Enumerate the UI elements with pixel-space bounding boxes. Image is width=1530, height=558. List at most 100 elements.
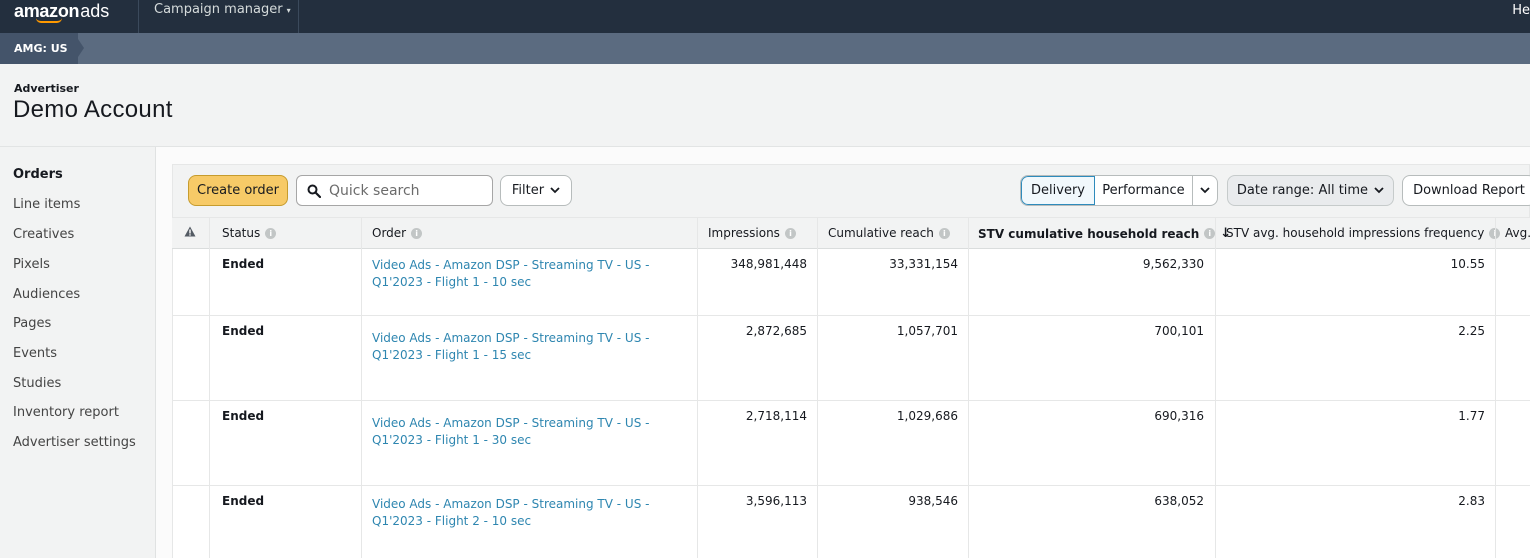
- stv-frequency-cell: 10.55: [1450, 257, 1485, 271]
- breadcrumb-account[interactable]: AMG: US: [0, 33, 78, 64]
- column-divider: [1215, 218, 1216, 558]
- column-divider: [209, 218, 210, 558]
- impressions-cell: 3,596,113: [745, 494, 807, 508]
- column-divider: [968, 218, 969, 558]
- info-icon[interactable]: i: [265, 227, 277, 239]
- stv-reach-cell: 638,052: [1154, 494, 1204, 508]
- column-divider: [817, 218, 818, 558]
- alert-column-header: [184, 226, 196, 237]
- sidebar-item-pages[interactable]: Pages: [13, 316, 51, 331]
- cumulative-reach-cell: 1,057,701: [896, 324, 958, 338]
- cumulative-reach-cell: 938,546: [908, 494, 958, 508]
- order-link[interactable]: Video Ads - Amazon DSP - Streaming TV - …: [372, 496, 662, 530]
- page-title: Demo Account: [13, 96, 173, 123]
- order-name-line: Q1'2023 - Flight 1 - 15 sec: [372, 348, 532, 362]
- column-header-status-label: Status: [222, 226, 261, 240]
- column-header-stv-reach-label: STV cumulative household reach: [978, 226, 1200, 241]
- column-divider: [697, 218, 698, 558]
- tab-delivery[interactable]: Delivery: [1021, 176, 1095, 205]
- column-header-cumulative-reach-label: Cumulative reach: [828, 226, 934, 240]
- campaign-manager-label: Campaign manager: [154, 2, 283, 17]
- column-header-stv-frequency[interactable]: STV avg. household impressions frequency…: [1226, 226, 1501, 240]
- order-name-line: Q1'2023 - Flight 1 - 10 sec: [372, 275, 532, 289]
- status-cell: Ended: [222, 409, 265, 423]
- sidebar: Orders Line items Creatives Pixels Audie…: [0, 147, 155, 558]
- stv-frequency-cell: 2.83: [1458, 494, 1485, 508]
- advertiser-label: Advertiser: [14, 82, 79, 95]
- impressions-cell: 2,718,114: [745, 409, 807, 423]
- warning-icon: [184, 226, 196, 237]
- date-range-label: Date range: All time: [1236, 183, 1369, 198]
- order-name-line: Q1'2023 - Flight 2 - 10 sec: [372, 514, 532, 528]
- chevron-down-icon: [550, 187, 560, 194]
- chevron-down-icon: [1374, 187, 1384, 194]
- sidebar-item-inventory-report[interactable]: Inventory report: [13, 405, 119, 420]
- breadcrumb-bar: AMG: US: [0, 33, 1530, 64]
- search-input[interactable]: Quick search: [296, 175, 493, 206]
- column-header-avg[interactable]: Avg.: [1505, 226, 1530, 240]
- tab-performance[interactable]: Performance: [1095, 176, 1193, 205]
- chevron-down-icon: [1200, 187, 1210, 194]
- column-header-avg-label: Avg.: [1505, 226, 1530, 240]
- date-range-dropdown[interactable]: Date range: All time: [1227, 175, 1394, 206]
- column-divider: [361, 218, 362, 558]
- stv-frequency-cell: 1.77: [1458, 409, 1485, 423]
- sidebar-item-studies[interactable]: Studies: [13, 376, 61, 391]
- info-icon[interactable]: i: [411, 227, 423, 239]
- top-navigation-bar: amazon ads Campaign manager ▾ He: [0, 0, 1530, 33]
- amazon-ads-logo[interactable]: amazon ads: [14, 0, 110, 23]
- info-icon[interactable]: i: [938, 227, 950, 239]
- order-name-line: Video Ads - Amazon DSP - Streaming TV - …: [372, 497, 650, 511]
- stv-frequency-cell: 2.25: [1458, 324, 1485, 338]
- campaign-manager-menu[interactable]: Campaign manager ▾: [154, 2, 291, 17]
- order-link[interactable]: Video Ads - Amazon DSP - Streaming TV - …: [372, 330, 662, 364]
- column-header-order-label: Order: [372, 226, 407, 240]
- column-header-status[interactable]: Status i: [222, 226, 277, 240]
- status-cell: Ended: [222, 257, 265, 271]
- column-divider: [1495, 218, 1496, 558]
- row-divider: [172, 485, 1530, 486]
- order-name-line: Video Ads - Amazon DSP - Streaming TV - …: [372, 416, 650, 430]
- cumulative-reach-cell: 1,029,686: [896, 409, 958, 423]
- stv-reach-cell: 9,562,330: [1142, 257, 1204, 271]
- create-order-button[interactable]: Create order: [188, 175, 288, 206]
- sidebar-item-pixels[interactable]: Pixels: [13, 257, 50, 272]
- logo-smile-icon: [36, 18, 62, 23]
- column-header-impressions[interactable]: Impressions i: [708, 226, 796, 240]
- sidebar-item-orders[interactable]: Orders: [13, 167, 63, 182]
- caret-down-icon: ▾: [286, 6, 291, 15]
- sidebar-item-audiences[interactable]: Audiences: [13, 287, 80, 302]
- column-header-stv-reach[interactable]: STV cumulative household reach i ↓: [978, 226, 1231, 241]
- row-divider: [172, 315, 1530, 316]
- column-header-impressions-label: Impressions: [708, 226, 780, 240]
- sidebar-item-events[interactable]: Events: [13, 346, 57, 361]
- sidebar-item-line-items[interactable]: Line items: [13, 197, 80, 212]
- info-icon[interactable]: i: [1204, 228, 1216, 239]
- column-header-cumulative-reach[interactable]: Cumulative reach i: [828, 226, 950, 240]
- stv-reach-cell: 700,101: [1154, 324, 1204, 338]
- info-icon[interactable]: i: [784, 227, 796, 239]
- logo-ads-text: ads: [80, 1, 110, 21]
- row-divider: [172, 400, 1530, 401]
- view-dropdown-button[interactable]: [1193, 176, 1217, 205]
- download-report-button[interactable]: Download Report: [1402, 175, 1530, 206]
- order-link[interactable]: Video Ads - Amazon DSP - Streaming TV - …: [372, 415, 662, 449]
- order-name-line: Video Ads - Amazon DSP - Streaming TV - …: [372, 258, 650, 272]
- status-cell: Ended: [222, 494, 265, 508]
- view-toggle: Delivery Performance: [1020, 175, 1218, 206]
- search-placeholder: Quick search: [329, 182, 420, 199]
- status-cell: Ended: [222, 324, 265, 338]
- sidebar-item-advertiser-settings[interactable]: Advertiser settings: [13, 435, 136, 450]
- cumulative-reach-cell: 33,331,154: [889, 257, 958, 271]
- order-name-line: Q1'2023 - Flight 1 - 30 sec: [372, 433, 532, 447]
- help-link[interactable]: He: [1512, 3, 1530, 18]
- stv-reach-cell: 690,316: [1154, 409, 1204, 423]
- column-header-order[interactable]: Order i: [372, 226, 423, 240]
- sidebar-item-creatives[interactable]: Creatives: [13, 227, 74, 242]
- nav-divider: [298, 0, 299, 33]
- column-header-stv-frequency-label: STV avg. household impressions frequency: [1226, 226, 1485, 240]
- breadcrumb-chevron-icon: [74, 33, 84, 63]
- order-link[interactable]: Video Ads - Amazon DSP - Streaming TV - …: [372, 257, 662, 291]
- search-icon: [307, 184, 321, 198]
- filter-button[interactable]: Filter: [500, 175, 572, 206]
